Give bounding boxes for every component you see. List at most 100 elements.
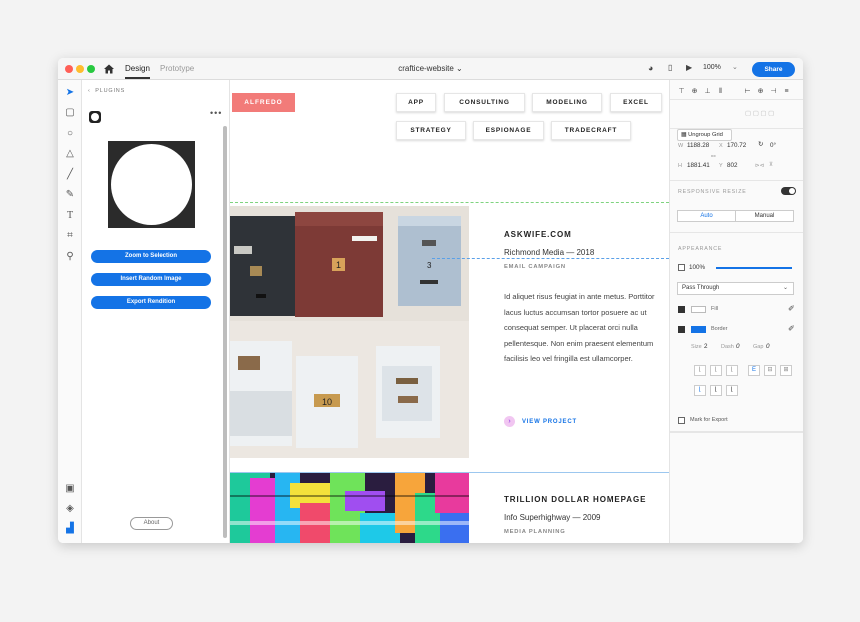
nav-item-consulting[interactable]: CONSULTING [444,93,525,112]
auto-button[interactable]: Auto [677,210,736,222]
stroke-outside-icon[interactable]: ⊞ [780,365,792,376]
project-card-2[interactable]: TRILLION DOLLAR HOMEPAGE Info Superhighw… [230,472,669,543]
assets-icon[interactable]: ▣ [63,482,77,496]
distribute-icon[interactable]: ⫴ [716,87,725,96]
project-title-2[interactable]: TRILLION DOLLAR HOMEPAGE [504,495,646,504]
insert-random-image-button[interactable]: Insert Random Image [91,273,211,286]
nav-item-strategy[interactable]: STRATEGY [396,121,466,140]
stroke-cap-square-icon[interactable]: ⌊ [726,365,738,376]
dash-field[interactable]: 0 [736,343,740,350]
opacity-field[interactable]: 100% [689,264,705,271]
border-swatch[interactable] [691,326,706,333]
plugins-panel: ‹ PLUGINS ••• Zoom to Selection Insert R… [82,80,230,543]
opacity-icon [678,264,685,271]
tab-prototype[interactable]: Prototype [160,64,194,73]
fill-swatch[interactable] [691,306,706,313]
zoom-to-selection-button[interactable]: Zoom to Selection [91,250,211,263]
plugins-icon[interactable]: ▟ [63,522,77,536]
blend-mode-select[interactable]: Pass Through ⌄ [677,282,794,295]
gap-field[interactable]: 0 [766,343,770,350]
flip-vertical-icon[interactable]: ⊼ [769,162,773,168]
user-icon[interactable]: ◕ [648,63,653,73]
plugins-header[interactable]: ‹ PLUGINS [88,88,125,94]
stroke-cap-butt-icon[interactable]: ⌊ [694,365,706,376]
nav-item-modeling[interactable]: MODELING [532,93,602,112]
opacity-slider[interactable] [716,267,792,269]
tab-design[interactable]: Design [125,64,150,79]
join-round-icon[interactable]: ⌊ [710,385,722,396]
nav-item-app[interactable]: APP [396,93,436,112]
align-right-icon[interactable]: ⊣ [769,87,778,96]
flip-horizontal-icon[interactable]: ⊳⊲ [755,163,764,169]
zoom-tool-icon[interactable]: ⚲ [63,250,77,264]
rotation-field[interactable]: 0° [770,142,776,149]
lock-proportions-icon[interactable]: ⚯ [711,154,716,160]
stroke-center-icon[interactable]: ⊟ [764,365,776,376]
rectangle-tool-icon[interactable]: ▢ [63,106,77,120]
home-icon[interactable] [103,63,115,75]
nav-item-tradecraft[interactable]: TRADECRAFT [551,121,631,140]
project-title[interactable]: ASKWIFE.COM [504,230,572,239]
eyedropper-icon[interactable]: ✐ [788,324,795,333]
play-icon[interactable]: ▶ [686,63,692,72]
mark-for-export-checkbox[interactable] [678,417,685,424]
align-center-icon[interactable]: ⊕ [756,87,765,96]
manual-button[interactable]: Manual [735,210,794,222]
svg-text:1: 1 [336,260,341,270]
align-left-icon[interactable]: ⊢ [743,87,752,96]
maximize-window-button[interactable] [87,65,95,73]
preview-circle [111,144,192,225]
x-field[interactable]: 170.72 [727,142,746,149]
align-middle-icon[interactable]: ⊕ [690,87,699,96]
view-project-link[interactable]: VIEW PROJECT [522,419,577,425]
document-title[interactable]: craftice-website ⌄ [358,64,503,73]
project-category[interactable]: EMAIL CAMPAIGN [504,264,566,270]
width-field[interactable]: 1188.28 [687,142,709,149]
site-logo[interactable]: ALFREDO [232,93,295,112]
responsive-resize-toggle[interactable] [781,187,796,195]
project-category-2[interactable]: MEDIA PLANNING [504,529,566,535]
more-options-icon[interactable]: ••• [210,108,222,118]
design-canvas[interactable]: ALFREDO APP CONSULTING MODELING EXCEL ST… [230,80,669,543]
svg-text:3: 3 [427,261,432,270]
share-button[interactable]: Share [752,62,795,77]
project-card[interactable]: 1 3 10 ASKWIFE.COM Richmond Media — 2018… [230,206,669,458]
export-rendition-button[interactable]: Export Rendition [91,296,211,309]
size-label: Size [691,344,702,350]
project-description[interactable]: Id aliquet risus feugiat in ante metus. … [504,289,664,367]
plugins-scrollbar[interactable] [223,126,227,538]
nav-item-excel[interactable]: EXCEL [610,93,662,112]
join-bevel-icon[interactable]: ⌊ [726,385,738,396]
layers-icon[interactable]: ◈ [63,502,77,516]
chevron-down-icon[interactable]: ⌄ [732,63,738,71]
line-tool-icon[interactable]: ╱ [63,168,77,182]
polygon-tool-icon[interactable]: △ [63,147,77,161]
border-checkbox[interactable] [678,326,685,333]
artboard-tool-icon[interactable]: ⌗ [63,229,77,243]
size-field[interactable]: 2 [704,343,708,350]
align-top-icon[interactable]: ⊤ [677,87,686,96]
stroke-cap-round-icon[interactable]: ⌊ [710,365,722,376]
close-window-button[interactable] [65,65,73,73]
fill-checkbox[interactable] [678,306,685,313]
project-client[interactable]: Richmond Media — 2018 [504,248,594,257]
stroke-inside-icon[interactable]: E [748,365,760,376]
device-preview-icon[interactable]: ▯ [668,63,672,72]
pen-tool-icon[interactable]: ✎ [63,188,77,202]
y-field[interactable]: 802 [727,162,738,169]
eyedropper-icon[interactable]: ✐ [788,304,795,313]
ellipse-tool-icon[interactable]: ○ [63,127,77,141]
nav-item-espionage[interactable]: ESPIONAGE [473,121,544,140]
arrow-right-icon[interactable]: › [504,416,515,427]
align-bottom-icon[interactable]: ⊥ [703,87,712,96]
join-miter-icon[interactable]: ⌊ [694,385,706,396]
project-client-2[interactable]: Info Superhighway — 2009 [504,513,601,522]
zoom-level[interactable]: 100% [703,64,721,71]
about-button[interactable]: About [130,517,173,530]
boolean-ops-icons[interactable]: ▢ ▢ ▢ ▢ [745,110,774,117]
height-field[interactable]: 1881.41 [687,162,710,169]
text-tool-icon[interactable]: T [63,209,77,223]
distribute-horizontal-icon[interactable]: ≡ [782,87,791,96]
minimize-window-button[interactable] [76,65,84,73]
select-tool-icon[interactable]: ➤ [63,86,77,100]
